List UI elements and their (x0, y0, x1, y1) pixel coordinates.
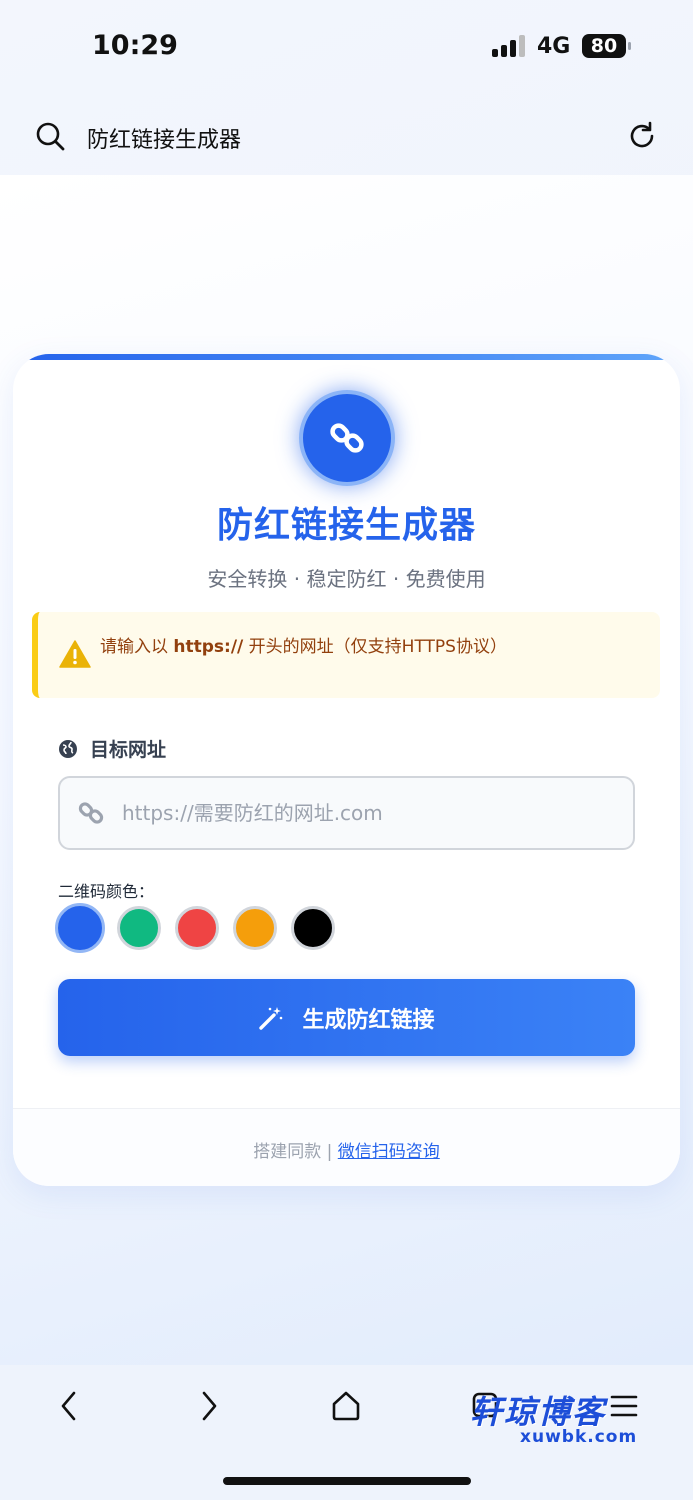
status-bar: 10:29 4G 80 (0, 0, 693, 95)
watermark-domain: xuwbk.com (520, 1427, 638, 1447)
signal-icon (492, 35, 525, 57)
card-title: 防红链接生成器 (216, 505, 476, 546)
color-swatch-orange[interactable] (233, 906, 277, 950)
magic-wand-icon (259, 1006, 283, 1030)
site-watermark: 轩琼博客 xuwbk.com (470, 1387, 640, 1451)
url-label-text: 目标网址 (90, 739, 167, 761)
warning-icon (59, 640, 91, 668)
generator-card: 防红链接生成器 安全转换 · 稳定防红 · 免费使用 请输入以 https://… (13, 354, 680, 1186)
url-field-label: 目标网址 (58, 735, 166, 762)
color-swatch-green[interactable] (117, 906, 161, 950)
link-icon (78, 802, 104, 824)
qr-color-label: 二维码颜色： (58, 882, 155, 901)
back-icon[interactable] (54, 1389, 86, 1423)
color-swatch-black[interactable] (291, 906, 335, 950)
generate-button-label: 生成防红链接 (302, 1007, 435, 1033)
wechat-consult-link[interactable]: 微信扫码咨询 (338, 1142, 440, 1162)
card-footer: 搭建同款 | 微信扫码咨询 (13, 1108, 680, 1186)
notice-highlight: https:// (173, 637, 244, 657)
browser-title[interactable]: 防红链接生成器 (87, 122, 241, 154)
url-input[interactable] (122, 778, 622, 848)
forward-icon[interactable] (192, 1389, 224, 1423)
globe-icon (59, 739, 77, 758)
refresh-icon[interactable] (626, 120, 658, 152)
card-accent-bar (13, 354, 680, 360)
home-icon[interactable] (330, 1389, 362, 1423)
color-swatch-red[interactable] (175, 906, 219, 950)
url-input-box[interactable] (58, 776, 635, 850)
home-indicator[interactable] (223, 1477, 471, 1485)
notice-text: 请输入以 https:// 开头的网址（仅支持HTTPS协议） (100, 632, 507, 657)
browser-top-bar: 防红链接生成器 (0, 95, 693, 175)
notice-suffix: 开头的网址（仅支持HTTPS协议） (243, 637, 507, 657)
footer-prefix: 搭建同款 | (253, 1142, 338, 1162)
logo-badge (299, 390, 395, 486)
network-type: 4G (537, 34, 571, 59)
notice-prefix: 请输入以 (100, 637, 174, 657)
https-notice: 请输入以 https:// 开头的网址（仅支持HTTPS协议） (32, 612, 660, 698)
battery-level: 80 (590, 35, 618, 57)
search-icon[interactable] (34, 120, 66, 152)
link-icon (330, 423, 364, 453)
card-subtitle: 安全转换 · 稳定防红 · 免费使用 (207, 567, 486, 591)
color-swatch-blue[interactable] (55, 903, 105, 953)
generate-link-button[interactable]: 生成防红链接 (58, 979, 635, 1056)
status-time: 10:29 (92, 30, 178, 61)
